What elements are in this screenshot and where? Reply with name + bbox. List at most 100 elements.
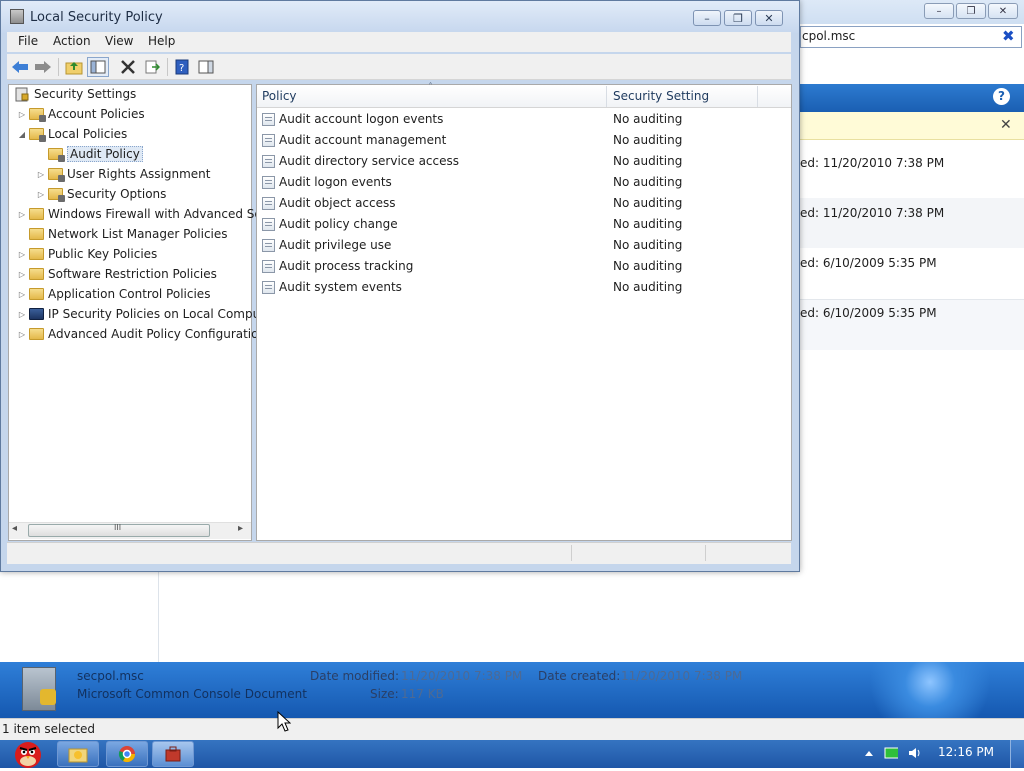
show-hidden-icons[interactable] — [862, 746, 876, 760]
tree-item[interactable]: ▷ Public Key Policies — [17, 245, 157, 263]
background-close-button[interactable]: ✕ — [988, 3, 1018, 19]
menu-help[interactable]: Help — [148, 34, 175, 48]
policy-name: Audit logon events — [279, 175, 392, 189]
status-divider — [571, 545, 572, 561]
policy-row[interactable]: Audit account management — [262, 130, 446, 150]
menu-action[interactable]: Action — [53, 34, 91, 48]
expand-arrow-icon[interactable]: ▷ — [17, 250, 27, 259]
tree-item[interactable]: ▷ User Rights Assignment — [36, 165, 210, 183]
policy-row[interactable]: Audit logon events — [262, 172, 392, 192]
policy-setting[interactable]: No auditing — [613, 154, 682, 168]
column-header-security-setting[interactable]: Security Setting — [613, 89, 709, 103]
tree-root-security-settings[interactable]: Security Settings — [14, 85, 136, 103]
expand-arrow-icon[interactable]: ▷ — [17, 290, 27, 299]
policy-row[interactable]: Audit privilege use — [262, 235, 391, 255]
tree-item[interactable]: ▷ Software Restriction Policies — [17, 265, 217, 283]
policy-icon — [262, 196, 275, 210]
network-icon[interactable] — [884, 746, 898, 760]
background-file-row[interactable]: ed: 11/20/2010 7:38 PM — [800, 150, 1024, 200]
help-icon[interactable]: ? — [993, 88, 1010, 105]
tree-item[interactable]: ▷ Windows Firewall with Advanced Sec — [17, 205, 268, 223]
tree-item[interactable]: ▷ Security Options — [36, 185, 166, 203]
policy-setting[interactable]: No auditing — [613, 217, 682, 231]
details-modified-value: 11/20/2010 7:38 PM — [401, 669, 523, 683]
policy-row[interactable]: Audit directory service access — [262, 151, 459, 171]
restore-button[interactable]: ❐ — [724, 10, 752, 26]
details-file-type: Microsoft Common Console Document — [77, 687, 307, 701]
expand-arrow-icon[interactable]: ▷ — [36, 170, 46, 179]
up-one-level-button[interactable] — [63, 57, 85, 77]
column-divider[interactable] — [757, 86, 758, 107]
tree-item[interactable]: Audit Policy — [36, 145, 143, 163]
scroll-right-icon[interactable]: ▸ — [238, 523, 243, 534]
policy-row[interactable]: Audit system events — [262, 277, 402, 297]
forward-button[interactable] — [32, 57, 54, 77]
tree-label: Audit Policy — [67, 146, 143, 162]
ipsec-icon — [29, 308, 44, 320]
column-divider[interactable] — [606, 86, 607, 107]
scroll-left-icon[interactable]: ◂ — [12, 523, 17, 534]
policy-name: Audit account management — [279, 133, 447, 147]
expand-arrow-icon[interactable]: ▷ — [17, 270, 27, 279]
tree-label: Security Options — [67, 187, 167, 201]
menu-view[interactable]: View — [105, 34, 133, 48]
policy-row[interactable]: Audit process tracking — [262, 256, 413, 276]
tray-clock[interactable]: 12:16 PM — [938, 745, 994, 759]
background-file-date: ed: 11/20/2010 7:38 PM — [800, 206, 945, 220]
policy-setting[interactable]: No auditing — [613, 196, 682, 210]
expand-arrow-icon[interactable]: ▷ — [17, 310, 27, 319]
tree-label: Application Control Policies — [48, 287, 211, 301]
policy-setting[interactable]: No auditing — [613, 259, 682, 273]
window-controls: – ❐ ✕ — [693, 10, 783, 26]
minimize-button[interactable]: – — [693, 10, 721, 26]
policy-setting[interactable]: No auditing — [613, 280, 682, 294]
tree-item[interactable]: Network List Manager Policies — [17, 225, 228, 243]
expand-arrow-icon[interactable]: ▷ — [36, 190, 46, 199]
background-restore-button[interactable]: ❐ — [956, 3, 986, 19]
background-minimize-button[interactable]: – — [924, 3, 954, 19]
policy-name: Audit directory service access — [279, 154, 460, 168]
expand-arrow-icon[interactable]: ▷ — [17, 330, 27, 339]
taskbar-chrome-button[interactable] — [106, 741, 148, 767]
export-list-button[interactable] — [141, 57, 163, 77]
tree-item[interactable]: ▷ Advanced Audit Policy Configuration — [17, 325, 266, 343]
back-button[interactable] — [9, 57, 31, 77]
menu-file[interactable]: File — [18, 34, 38, 48]
show-desktop-button[interactable] — [1010, 740, 1024, 768]
column-header-policy[interactable]: Policy — [262, 89, 297, 103]
clear-search-icon[interactable]: ✖ — [1002, 27, 1015, 45]
start-button[interactable] — [6, 738, 46, 768]
help-button[interactable]: ? — [171, 57, 193, 77]
policy-row[interactable]: Audit object access — [262, 193, 396, 213]
policy-setting[interactable]: No auditing — [613, 112, 682, 126]
close-button[interactable]: ✕ — [755, 10, 783, 26]
tree-item[interactable]: ▷ Account Policies — [17, 105, 145, 123]
tree-item[interactable]: ▷ Application Control Policies — [17, 285, 211, 303]
background-toolbar — [800, 84, 1024, 112]
policy-icon — [262, 280, 275, 294]
policy-row[interactable]: Audit account logon events — [262, 109, 443, 129]
show-hide-console-tree-button[interactable] — [87, 57, 109, 77]
details-created-label: Date created: — [538, 669, 621, 683]
background-file-row[interactable]: ed: 6/10/2009 5:35 PM — [800, 250, 1024, 300]
delete-button[interactable] — [117, 57, 139, 77]
folder-lock-icon — [29, 108, 46, 122]
background-file-row[interactable]: ed: 11/20/2010 7:38 PM — [800, 198, 1024, 248]
taskbar-explorer-button[interactable] — [57, 741, 99, 767]
info-bar-close-icon[interactable]: ✕ — [1000, 117, 1012, 133]
tree-item[interactable]: ◢ Local Policies — [17, 125, 127, 143]
expand-arrow-icon[interactable]: ▷ — [17, 110, 27, 119]
policy-setting[interactable]: No auditing — [613, 133, 682, 147]
expand-arrow-icon[interactable]: ◢ — [17, 130, 27, 139]
background-file-row[interactable]: ed: 6/10/2009 5:35 PM — [800, 300, 1024, 350]
show-hide-action-pane-button[interactable] — [195, 57, 217, 77]
policy-row[interactable]: Audit policy change — [262, 214, 398, 234]
background-search-text: cpol.msc — [802, 29, 856, 43]
policy-setting[interactable]: No auditing — [613, 175, 682, 189]
policy-setting[interactable]: No auditing — [613, 238, 682, 252]
tree-item[interactable]: ▷ IP Security Policies on Local Compu — [17, 305, 260, 323]
volume-icon[interactable] — [907, 746, 921, 760]
folder-sun-icon — [68, 748, 88, 763]
expand-arrow-icon[interactable]: ▷ — [17, 210, 27, 219]
taskbar-security-policy-button[interactable] — [152, 741, 194, 767]
